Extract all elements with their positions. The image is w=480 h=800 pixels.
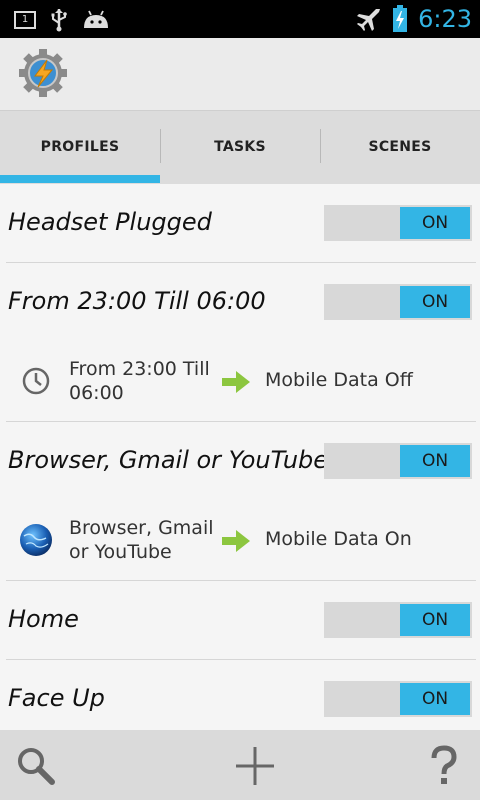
profile-row-home[interactable]: Home ON xyxy=(0,581,480,659)
task-label[interactable]: Mobile Data Off xyxy=(265,369,413,391)
clock-icon xyxy=(22,367,50,395)
profile-name: Face Up xyxy=(8,684,105,712)
profile-toggle[interactable]: ON xyxy=(324,681,472,717)
help-icon[interactable] xyxy=(422,744,466,788)
app-bar xyxy=(0,38,480,110)
profile-row-face-up[interactable]: Face Up ON xyxy=(0,660,480,730)
tab-profiles-label: PROFILES xyxy=(40,139,120,155)
bottom-action-bar xyxy=(0,730,480,800)
toggle-on-label: ON xyxy=(400,286,470,318)
profile-name: Browser, Gmail or YouTube xyxy=(8,446,329,474)
toggle-on-label: ON xyxy=(400,207,470,239)
profile-detail-time[interactable]: From 23:00 Till 06:00 Mobile Data Off xyxy=(0,341,480,421)
tab-bar: PROFILES TASKS SCENES xyxy=(0,110,480,185)
tab-tasks-label: TASKS xyxy=(214,139,266,155)
tab-scenes[interactable]: SCENES xyxy=(320,111,480,183)
profile-detail-apps[interactable]: Browser, Gmail or YouTube Mobile Data On xyxy=(0,500,480,580)
profile-list: Headset Plugged ON From 23:00 Till 06:00… xyxy=(0,184,480,730)
profile-toggle[interactable]: ON xyxy=(324,284,472,320)
profile-row-headset-plugged[interactable]: Headset Plugged ON xyxy=(0,184,480,262)
selected-tab-indicator xyxy=(0,175,160,183)
toggle-on-label: ON xyxy=(400,604,470,636)
profile-name: Home xyxy=(8,605,79,633)
profile-toggle[interactable]: ON xyxy=(324,205,472,241)
tab-scenes-label: SCENES xyxy=(368,139,432,155)
clock-time: 6:23 xyxy=(418,5,472,33)
profile-row-apps[interactable]: Browser, Gmail or YouTube ON xyxy=(0,422,480,500)
task-label[interactable]: Mobile Data On xyxy=(265,528,412,550)
globe-app-icon xyxy=(20,524,52,556)
search-icon[interactable] xyxy=(14,744,58,788)
android-debug-icon xyxy=(84,10,108,28)
usb-icon xyxy=(51,9,67,32)
airplane-mode-icon xyxy=(357,9,381,31)
profile-name: Headset Plugged xyxy=(8,208,212,236)
notification-1-icon: 1 xyxy=(14,11,36,29)
context-label[interactable]: Browser, Gmail or YouTube xyxy=(69,516,217,564)
profile-name: From 23:00 Till 06:00 xyxy=(8,287,266,315)
profile-toggle[interactable]: ON xyxy=(324,443,472,479)
add-icon[interactable] xyxy=(233,744,277,788)
battery-charging-icon xyxy=(393,5,408,32)
status-bar: 1 6:23 xyxy=(0,0,480,38)
arrow-right-icon xyxy=(222,530,250,552)
tasker-gear-lightning-icon[interactable] xyxy=(18,48,68,98)
profile-row-time[interactable]: From 23:00 Till 06:00 ON xyxy=(0,263,480,341)
toggle-on-label: ON xyxy=(400,445,470,477)
context-label[interactable]: From 23:00 Till 06:00 xyxy=(69,357,219,405)
arrow-right-icon xyxy=(222,371,250,393)
tab-profiles[interactable]: PROFILES xyxy=(0,111,160,183)
profile-toggle[interactable]: ON xyxy=(324,602,472,638)
tab-tasks[interactable]: TASKS xyxy=(160,111,320,183)
toggle-on-label: ON xyxy=(400,683,470,715)
